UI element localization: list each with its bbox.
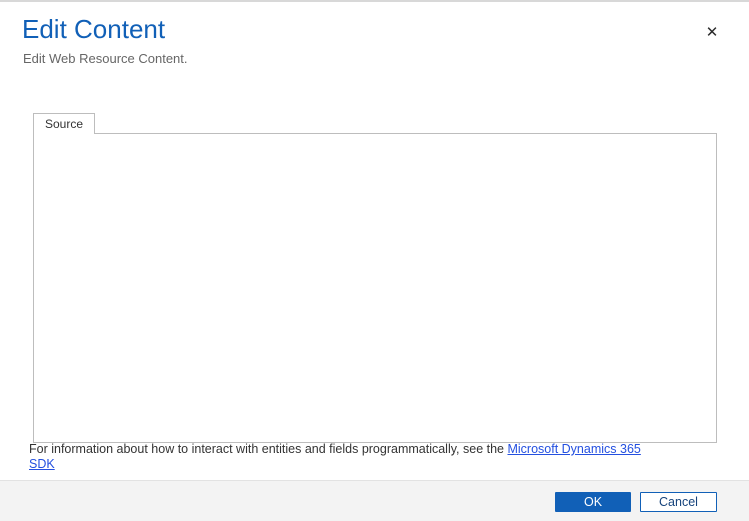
- sdk-footer-note: For information about how to interact wi…: [29, 442, 719, 472]
- close-icon[interactable]: ✕: [700, 20, 724, 44]
- tab-source[interactable]: Source: [33, 113, 95, 134]
- page-subtitle: Edit Web Resource Content.: [23, 51, 188, 66]
- edit-content-dialog: Edit Content Edit Web Resource Content. …: [0, 0, 749, 521]
- button-bar: OK Cancel: [0, 480, 749, 521]
- footer-text: For information about how to interact wi…: [29, 442, 507, 456]
- cancel-button[interactable]: Cancel: [640, 492, 717, 512]
- ok-button[interactable]: OK: [555, 492, 631, 512]
- source-panel: [33, 133, 717, 443]
- page-title: Edit Content: [22, 14, 165, 45]
